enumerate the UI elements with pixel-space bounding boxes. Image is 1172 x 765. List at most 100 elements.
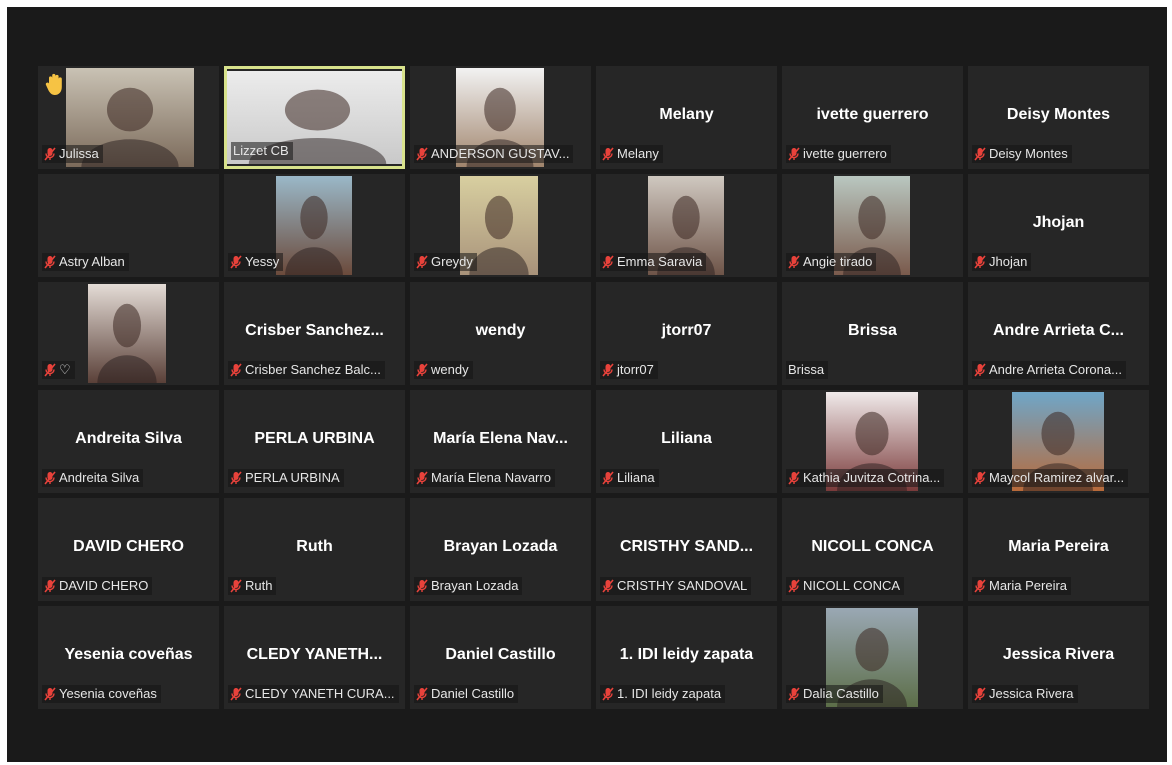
mic-muted-icon [230,579,242,593]
participant-name-label: Jhojan [972,253,1032,271]
participant-name-label: Julissa [42,145,103,163]
participant-tile-ivette-guerrero[interactable]: ivette guerrero ivette guerrero [782,66,963,169]
participant-name-label: ivette guerrero [786,145,891,163]
participant-display-name: Andre Arrieta C... [993,322,1124,339]
participant-display-name: ivette guerrero [816,106,929,123]
participant-tile-deisy-montes[interactable]: Deisy Montes Deisy Montes [968,66,1149,169]
participant-tile-ruth[interactable]: Ruth Ruth [224,498,405,601]
participant-name-text: Emma Saravia [617,254,703,269]
participant-tile-julissa[interactable]: Julissa [38,66,219,169]
gallery-view: Julissa Lizzet CB ANDERSON GUSTAV... Melany… [38,66,1160,714]
participant-name-label: Maria Pereira [972,577,1072,595]
participant-tile-astry-alban[interactable]: Astry Alban [38,174,219,277]
mic-muted-icon [974,255,986,269]
participant-name-text: Yesenia coveñas [59,686,157,701]
participant-tile-greydy[interactable]: Greydy [410,174,591,277]
participant-name-label: Yesenia coveñas [42,685,161,703]
mic-muted-icon [602,255,614,269]
mic-muted-icon [230,471,242,485]
mic-muted-icon [788,471,800,485]
participant-tile-brissa[interactable]: Brissa Brissa [782,282,963,385]
participant-tile-nicoll-conca[interactable]: NICOLL CONCA NICOLL CONCA [782,498,963,601]
participant-name-text: Julissa [59,146,99,161]
participant-name-label: Andre Arrieta Corona... [972,361,1126,379]
participant-tile-user[interactable]: ♡ [38,282,219,385]
participant-tile-jhojan[interactable]: Jhojan Jhojan [968,174,1149,277]
participant-name-text: Andreita Silva [59,470,140,485]
participant-tile-emma-saravia[interactable]: Emma Saravia [596,174,777,277]
mic-muted-icon [974,147,986,161]
mic-muted-icon [44,687,56,701]
participant-tile-dalia-castillo[interactable]: Dalia Castillo [782,606,963,709]
participant-name-text: Maycol Ramirez alvar... [989,470,1125,485]
mic-muted-icon [416,147,428,161]
participant-tile-yesenia-coven-as[interactable]: Yesenia coveñas Yesenia coveñas [38,606,219,709]
participant-display-name: Jhojan [1032,214,1085,231]
participant-name-text: DAVID CHERO [59,578,149,593]
participant-display-name: Liliana [661,430,712,447]
mic-muted-icon [974,363,986,377]
participant-tile-cledy-yaneth-cura[interactable]: CLEDY YANETH... CLEDY YANETH CURA... [224,606,405,709]
participant-name-text: Lizzet CB [233,143,289,158]
mic-muted-icon [974,687,986,701]
participant-display-name: María Elena Nav... [433,430,568,447]
participant-name-label: Crisber Sanchez Balc... [228,361,385,379]
participant-tile-1-idi-leidy-zapata[interactable]: 1. IDI leidy zapata 1. IDI leidy zapata [596,606,777,709]
participant-tile-yessy[interactable]: Yessy [224,174,405,277]
participant-tile-lizzet-cb[interactable]: Lizzet CB [224,66,405,169]
participant-name-text: PERLA URBINA [245,470,340,485]
participant-display-name: Ruth [296,538,333,555]
participant-name-text: Maria Pereira [989,578,1068,593]
participant-tile-andreita-silva[interactable]: Andreita Silva Andreita Silva [38,390,219,493]
participant-display-name: DAVID CHERO [73,538,184,555]
participant-tile-mari-a-elena-navarro[interactable]: María Elena Nav... María Elena Navarro [410,390,591,493]
participant-name-text: Deisy Montes [989,146,1068,161]
participant-tile-maycol-ramirez-alvar[interactable]: Maycol Ramirez alvar... [968,390,1149,493]
participant-name-text: Melany [617,146,659,161]
mic-muted-icon [602,579,614,593]
mic-muted-icon [602,471,614,485]
mic-muted-icon [230,363,242,377]
participant-name-text: Dalia Castillo [803,686,879,701]
participant-tile-crisber-sanchez-balc[interactable]: Crisber Sanchez... Crisber Sanchez Balc..… [224,282,405,385]
meeting-window: Julissa Lizzet CB ANDERSON GUSTAV... Melany… [7,7,1167,762]
participant-name-text: wendy [431,362,469,377]
participant-name-label: ♡ [42,361,75,379]
participant-name-text: Yessy [245,254,280,269]
participant-display-name: Andreita Silva [75,430,182,447]
participant-tile-angie-tirado[interactable]: Angie tirado [782,174,963,277]
mic-muted-icon [44,471,56,485]
participant-tile-brayan-lozada[interactable]: Brayan Lozada Brayan Lozada [410,498,591,601]
participant-tile-anderson-gustav[interactable]: ANDERSON GUSTAV... [410,66,591,169]
participant-tile-jtorr07[interactable]: jtorr07 jtorr07 [596,282,777,385]
participant-tile-melany[interactable]: Melany Melany [596,66,777,169]
participant-display-name: 1. IDI leidy zapata [619,646,754,663]
participant-name-label: Ruth [228,577,277,595]
participant-tile-david-chero[interactable]: DAVID CHERO DAVID CHERO [38,498,219,601]
participant-tile-perla-urbina[interactable]: PERLA URBINA PERLA URBINA [224,390,405,493]
participant-name-label: Liliana [600,469,659,487]
participant-video [276,176,352,275]
participant-name-label: Kathia Juvitza Cotrina... [786,469,945,487]
participant-tile-liliana[interactable]: Liliana Liliana [596,390,777,493]
participant-name-label: Brissa [786,361,829,379]
participant-name-text: Kathia Juvitza Cotrina... [803,470,941,485]
participant-display-name: jtorr07 [661,322,712,339]
participant-tile-wendy[interactable]: wendy wendy [410,282,591,385]
participant-tile-maria-pereira[interactable]: Maria Pereira Maria Pereira [968,498,1149,601]
raised-hand-icon [44,72,66,96]
mic-muted-icon [230,687,242,701]
mic-muted-icon [602,147,614,161]
participant-tile-kathia-juvitza-cotrina[interactable]: Kathia Juvitza Cotrina... [782,390,963,493]
mic-muted-icon [974,471,986,485]
participant-name-text: Ruth [245,578,273,593]
participant-tile-daniel-castillo[interactable]: Daniel Castillo Daniel Castillo [410,606,591,709]
mic-muted-icon [416,363,428,377]
participant-name-text: 1. IDI leidy zapata [617,686,722,701]
participant-tile-andre-arrieta-corona[interactable]: Andre Arrieta C... Andre Arrieta Corona..… [968,282,1149,385]
participant-tile-cristhy-sandoval[interactable]: CRISTHY SAND... CRISTHY SANDOVAL [596,498,777,601]
participant-tile-jessica-rivera[interactable]: Jessica Rivera Jessica Rivera [968,606,1149,709]
participant-display-name: Maria Pereira [1008,538,1109,555]
participant-name-label: ANDERSON GUSTAV... [414,145,574,163]
participant-name-label: Andreita Silva [42,469,144,487]
